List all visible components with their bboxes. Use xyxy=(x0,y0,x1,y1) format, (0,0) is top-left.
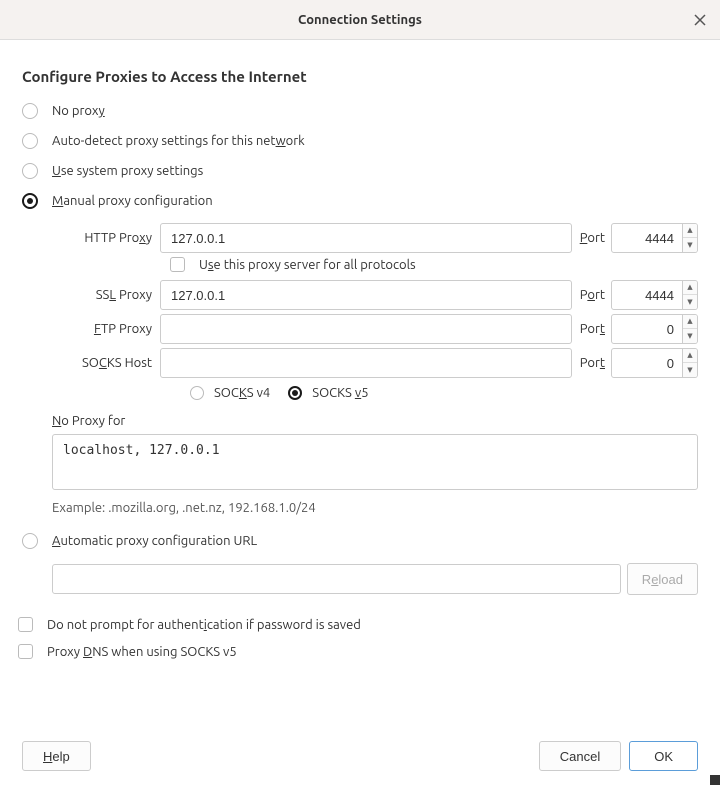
close-icon[interactable] xyxy=(692,12,708,28)
no-proxy-example: Example: .mozilla.org, .net.nz, 192.168.… xyxy=(52,501,698,515)
socks-host-input[interactable] xyxy=(160,348,572,378)
radio-no-proxy[interactable]: No proxy xyxy=(22,103,698,119)
ok-button[interactable]: OK xyxy=(629,741,698,771)
ssl-port-spinner[interactable]: ▲ ▼ xyxy=(683,280,698,310)
chevron-up-icon[interactable]: ▲ xyxy=(683,315,697,329)
radio-label: SOCKS v5 xyxy=(312,386,368,400)
radio-icon xyxy=(22,533,38,549)
socks-version-row: SOCKS v4 SOCKS v5 xyxy=(190,386,698,400)
radio-label: Use system proxy settings xyxy=(52,164,203,178)
socks-port-input[interactable] xyxy=(611,348,683,378)
radio-socks-v5[interactable]: SOCKS v5 xyxy=(288,386,368,400)
manual-proxy-grid: HTTP Proxy Port ▲ ▼ Use this proxy serve… xyxy=(52,223,698,400)
chevron-up-icon[interactable]: ▲ xyxy=(683,349,697,363)
no-proxy-textarea[interactable] xyxy=(52,434,698,490)
proxy-dns-checkbox[interactable]: Proxy DNS when using SOCKS v5 xyxy=(18,644,698,659)
chevron-down-icon[interactable]: ▼ xyxy=(683,295,697,309)
ssl-port-input[interactable] xyxy=(611,280,683,310)
auto-config-url-input[interactable] xyxy=(52,564,621,594)
http-port-spinner[interactable]: ▲ ▼ xyxy=(683,223,698,253)
radio-icon xyxy=(22,103,38,119)
socks-host-label: SOCKS Host xyxy=(52,356,160,370)
no-auth-prompt-checkbox[interactable]: Do not prompt for authentication if pass… xyxy=(18,617,698,632)
http-port-label: Port xyxy=(572,231,611,245)
use-all-protocols-checkbox[interactable]: Use this proxy server for all protocols xyxy=(170,257,698,272)
http-proxy-label: HTTP Proxy xyxy=(52,231,160,245)
chevron-up-icon[interactable]: ▲ xyxy=(683,224,697,238)
socks-port-label: Port xyxy=(572,356,611,370)
radio-socks-v4[interactable]: SOCKS v4 xyxy=(190,386,270,400)
radio-label: No proxy xyxy=(52,104,105,118)
radio-manual[interactable]: Manual proxy configuration xyxy=(22,193,698,209)
ftp-proxy-input[interactable] xyxy=(160,314,572,344)
titlebar: Connection Settings xyxy=(0,0,720,40)
reload-button: Reload xyxy=(627,563,698,595)
radio-icon xyxy=(22,193,38,209)
window-title: Connection Settings xyxy=(298,13,422,27)
checkbox-icon xyxy=(170,257,185,272)
http-proxy-input[interactable] xyxy=(160,223,572,253)
checkbox-label: Proxy DNS when using SOCKS v5 xyxy=(47,645,237,659)
radio-icon xyxy=(288,386,302,400)
ftp-port-label: Port xyxy=(572,322,611,336)
section-heading: Configure Proxies to Access the Internet xyxy=(22,68,698,85)
checkbox-icon xyxy=(18,644,33,659)
ftp-proxy-row: FTP Proxy Port ▲ ▼ xyxy=(52,314,698,344)
radio-label: Auto-detect proxy settings for this netw… xyxy=(52,134,305,148)
http-proxy-row: HTTP Proxy Port ▲ ▼ xyxy=(52,223,698,253)
radio-icon xyxy=(22,163,38,179)
chevron-down-icon[interactable]: ▼ xyxy=(683,238,697,252)
help-button[interactable]: Help xyxy=(22,741,91,771)
radio-label: Automatic proxy configuration URL xyxy=(52,534,257,548)
no-proxy-for-label: No Proxy for xyxy=(52,414,698,428)
ftp-port-spinner[interactable]: ▲ ▼ xyxy=(683,314,698,344)
radio-icon xyxy=(22,133,38,149)
checkbox-label: Use this proxy server for all protocols xyxy=(199,258,416,272)
ssl-proxy-label: SSL Proxy xyxy=(52,288,160,302)
chevron-down-icon[interactable]: ▼ xyxy=(683,363,697,377)
chevron-up-icon[interactable]: ▲ xyxy=(683,281,697,295)
resize-grip-icon[interactable] xyxy=(710,775,720,785)
checkbox-label: Do not prompt for authentication if pass… xyxy=(47,618,361,632)
dialog-content: Configure Proxies to Access the Internet… xyxy=(0,40,720,681)
radio-label: Manual proxy configuration xyxy=(52,194,213,208)
radio-icon xyxy=(190,386,204,400)
http-port-input[interactable] xyxy=(611,223,683,253)
dialog-button-bar: Help Cancel OK xyxy=(22,741,698,771)
radio-auto-config-url[interactable]: Automatic proxy configuration URL xyxy=(22,533,698,549)
bottom-checkboxes: Do not prompt for authentication if pass… xyxy=(22,617,698,659)
radio-label: SOCKS v4 xyxy=(214,386,270,400)
cancel-button[interactable]: Cancel xyxy=(539,741,621,771)
socks-port-spinner[interactable]: ▲ ▼ xyxy=(683,348,698,378)
checkbox-icon xyxy=(18,617,33,632)
ssl-proxy-row: SSL Proxy Port ▲ ▼ xyxy=(52,280,698,310)
chevron-down-icon[interactable]: ▼ xyxy=(683,329,697,343)
auto-config-url-row: Reload xyxy=(52,563,698,595)
radio-auto-detect[interactable]: Auto-detect proxy settings for this netw… xyxy=(22,133,698,149)
ftp-proxy-label: FTP Proxy xyxy=(52,322,160,336)
ssl-proxy-input[interactable] xyxy=(160,280,572,310)
ssl-port-label: Port xyxy=(572,288,611,302)
radio-use-system[interactable]: Use system proxy settings xyxy=(22,163,698,179)
ftp-port-input[interactable] xyxy=(611,314,683,344)
socks-host-row: SOCKS Host Port ▲ ▼ xyxy=(52,348,698,378)
